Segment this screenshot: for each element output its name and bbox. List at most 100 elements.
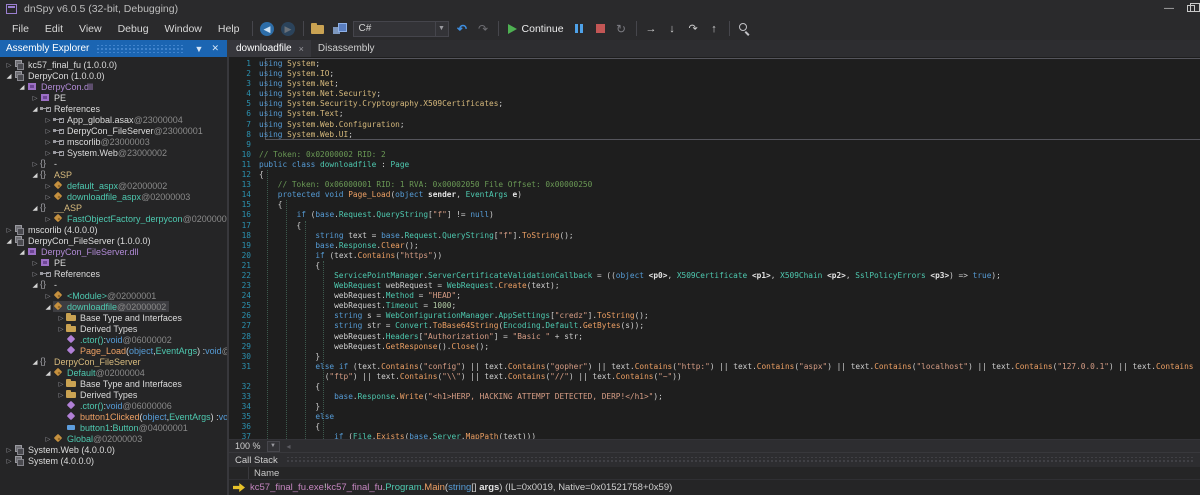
- tree-item[interactable]: button1 : Button @04000001: [0, 422, 227, 433]
- tab-downloadfile[interactable]: downloadfile ×: [229, 40, 311, 57]
- tree-item[interactable]: ▷default_aspx @02000002: [0, 180, 227, 191]
- menu-item-edit[interactable]: Edit: [37, 20, 71, 38]
- language-select[interactable]: C# ▼: [353, 21, 449, 37]
- expander-icon[interactable]: ◢: [17, 248, 27, 256]
- expander-icon[interactable]: ▷: [30, 94, 40, 102]
- menu-item-window[interactable]: Window: [157, 20, 210, 38]
- expander-icon[interactable]: ▷: [43, 182, 53, 190]
- restart-button[interactable]: ↻: [612, 19, 631, 38]
- expander-icon[interactable]: ◢: [4, 237, 14, 245]
- expander-icon[interactable]: ▷: [43, 127, 53, 135]
- tree-item[interactable]: ▷mscorlib (4.0.0.0): [0, 224, 227, 235]
- expander-icon[interactable]: ▷: [30, 270, 40, 278]
- tree-item[interactable]: ▷PE: [0, 257, 227, 268]
- expander-icon[interactable]: ▷: [43, 292, 53, 300]
- expander-icon[interactable]: ▷: [4, 457, 14, 465]
- expander-icon[interactable]: ◢: [30, 105, 40, 113]
- step-into-button[interactable]: ↓: [663, 19, 682, 38]
- tree-item[interactable]: ▷<Module> @02000001: [0, 290, 227, 301]
- expander-icon[interactable]: ◢: [30, 204, 40, 212]
- break-button[interactable]: [570, 19, 589, 38]
- tree-item[interactable]: button1Clicked(object, EventArgs) : void: [0, 411, 227, 422]
- tree-item[interactable]: ◢__ASP: [0, 202, 227, 213]
- expander-icon[interactable]: ◢: [30, 171, 40, 179]
- expander-icon[interactable]: ▷: [4, 61, 14, 69]
- expander-icon[interactable]: ▷: [43, 138, 53, 146]
- expander-icon[interactable]: ◢: [43, 303, 53, 311]
- expander-icon[interactable]: ▷: [43, 435, 53, 443]
- undo-button[interactable]: ↶: [453, 19, 472, 38]
- tree-item[interactable]: ◢DerpyCon.dll: [0, 81, 227, 92]
- tree-item[interactable]: ◢References: [0, 103, 227, 114]
- open-file-button[interactable]: [309, 19, 328, 38]
- expander-icon[interactable]: ◢: [43, 369, 53, 377]
- tree-item[interactable]: ▷System.Web @23000002: [0, 147, 227, 158]
- step-over-button[interactable]: ↷: [684, 19, 703, 38]
- expander-icon[interactable]: ▷: [30, 160, 40, 168]
- tree-item[interactable]: ▷PE: [0, 92, 227, 103]
- tree-item[interactable]: ▷downloadfile_aspx @02000003: [0, 191, 227, 202]
- menu-item-view[interactable]: View: [71, 20, 110, 38]
- expander-icon[interactable]: ▷: [43, 149, 53, 157]
- expander-icon[interactable]: ◢: [17, 83, 27, 91]
- menu-item-file[interactable]: File: [4, 20, 37, 38]
- tree-item[interactable]: ◢ASP: [0, 169, 227, 180]
- chevron-down-icon[interactable]: ▼: [191, 44, 208, 54]
- menu-item-debug[interactable]: Debug: [110, 20, 157, 38]
- tree-item[interactable]: ◢downloadfile @02000002: [0, 301, 227, 312]
- expander-icon[interactable]: ▷: [43, 116, 53, 124]
- expander-icon[interactable]: ◢: [30, 358, 40, 366]
- tree-item[interactable]: ▷DerpyCon_FileServer @23000001: [0, 125, 227, 136]
- continue-button[interactable]: Continue: [504, 19, 568, 38]
- tree-item[interactable]: Page_Load(object, EventArgs) : void @060…: [0, 345, 227, 356]
- tree-item[interactable]: ▷Base Type and Interfaces: [0, 378, 227, 389]
- tree-item[interactable]: ▷System.Web (4.0.0.0): [0, 444, 227, 455]
- tree-item[interactable]: ▷Derived Types: [0, 323, 227, 334]
- tree-item[interactable]: ▷mscorlib @23000003: [0, 136, 227, 147]
- expander-icon[interactable]: ▷: [4, 226, 14, 234]
- expander-icon[interactable]: ◢: [30, 281, 40, 289]
- menu-item-help[interactable]: Help: [210, 20, 248, 38]
- horizontal-scrollbar[interactable]: ◂: [284, 440, 1200, 452]
- tree-item[interactable]: ◢-: [0, 279, 227, 290]
- search-assemblies-button[interactable]: [735, 19, 754, 38]
- column-header-name[interactable]: Name: [249, 468, 279, 479]
- tree-item[interactable]: ▷kc57_final_fu (1.0.0.0): [0, 59, 227, 70]
- tree-item[interactable]: ▷-: [0, 158, 227, 169]
- callstack-frame[interactable]: kc57_final_fu.exe!kc57_final_fu.Program.…: [229, 480, 1200, 495]
- tree-item[interactable]: ▷App_global.asax @23000004: [0, 114, 227, 125]
- tree-item[interactable]: ▷Base Type and Interfaces: [0, 312, 227, 323]
- tree-item[interactable]: ◢DerpyCon (1.0.0.0): [0, 70, 227, 81]
- tab-disassembly[interactable]: Disassembly: [311, 40, 382, 57]
- panel-drag-grip[interactable]: [286, 457, 1194, 464]
- zoom-dropdown[interactable]: ▼: [267, 441, 280, 452]
- expander-icon[interactable]: ▷: [56, 314, 66, 322]
- code-editor[interactable]: 1using System;2using System.IO;3using Sy…: [229, 57, 1200, 439]
- step-out-button[interactable]: ↑: [705, 19, 724, 38]
- tree-item[interactable]: ▷Global @02000003: [0, 433, 227, 444]
- panel-drag-grip[interactable]: [96, 45, 183, 53]
- redo-button[interactable]: ↷: [474, 19, 493, 38]
- tree-item[interactable]: ▷Derived Types: [0, 389, 227, 400]
- close-icon[interactable]: ×: [299, 44, 304, 54]
- tree-item[interactable]: .ctor() : void @06000002: [0, 334, 227, 345]
- navigate-forward-button[interactable]: ▶: [279, 19, 298, 38]
- stop-debugging-button[interactable]: [591, 19, 610, 38]
- tree-item[interactable]: ◢Default @02000004: [0, 367, 227, 378]
- expander-icon[interactable]: ▷: [56, 391, 66, 399]
- restore-button[interactable]: [1180, 2, 1200, 15]
- expander-icon[interactable]: ▷: [56, 325, 66, 333]
- tree-item[interactable]: .ctor() : void @06000006: [0, 400, 227, 411]
- tree-item[interactable]: ▷References: [0, 268, 227, 279]
- assembly-tree[interactable]: ▷kc57_final_fu (1.0.0.0)◢DerpyCon (1.0.0…: [0, 57, 227, 495]
- reload-assemblies-button[interactable]: [330, 19, 349, 38]
- tree-item[interactable]: ◢DerpyCon_FileServer (1.0.0.0): [0, 235, 227, 246]
- minimize-button[interactable]: —: [1158, 2, 1180, 15]
- expander-icon[interactable]: ▷: [30, 259, 40, 267]
- expander-icon[interactable]: ◢: [4, 72, 14, 80]
- navigate-back-button[interactable]: ◀: [258, 19, 277, 38]
- tree-item[interactable]: ◢DerpyCon_FileServer.dll: [0, 246, 227, 257]
- show-next-statement-button[interactable]: →: [642, 19, 661, 38]
- expander-icon[interactable]: ▷: [43, 215, 53, 223]
- close-icon[interactable]: ✕: [207, 43, 223, 54]
